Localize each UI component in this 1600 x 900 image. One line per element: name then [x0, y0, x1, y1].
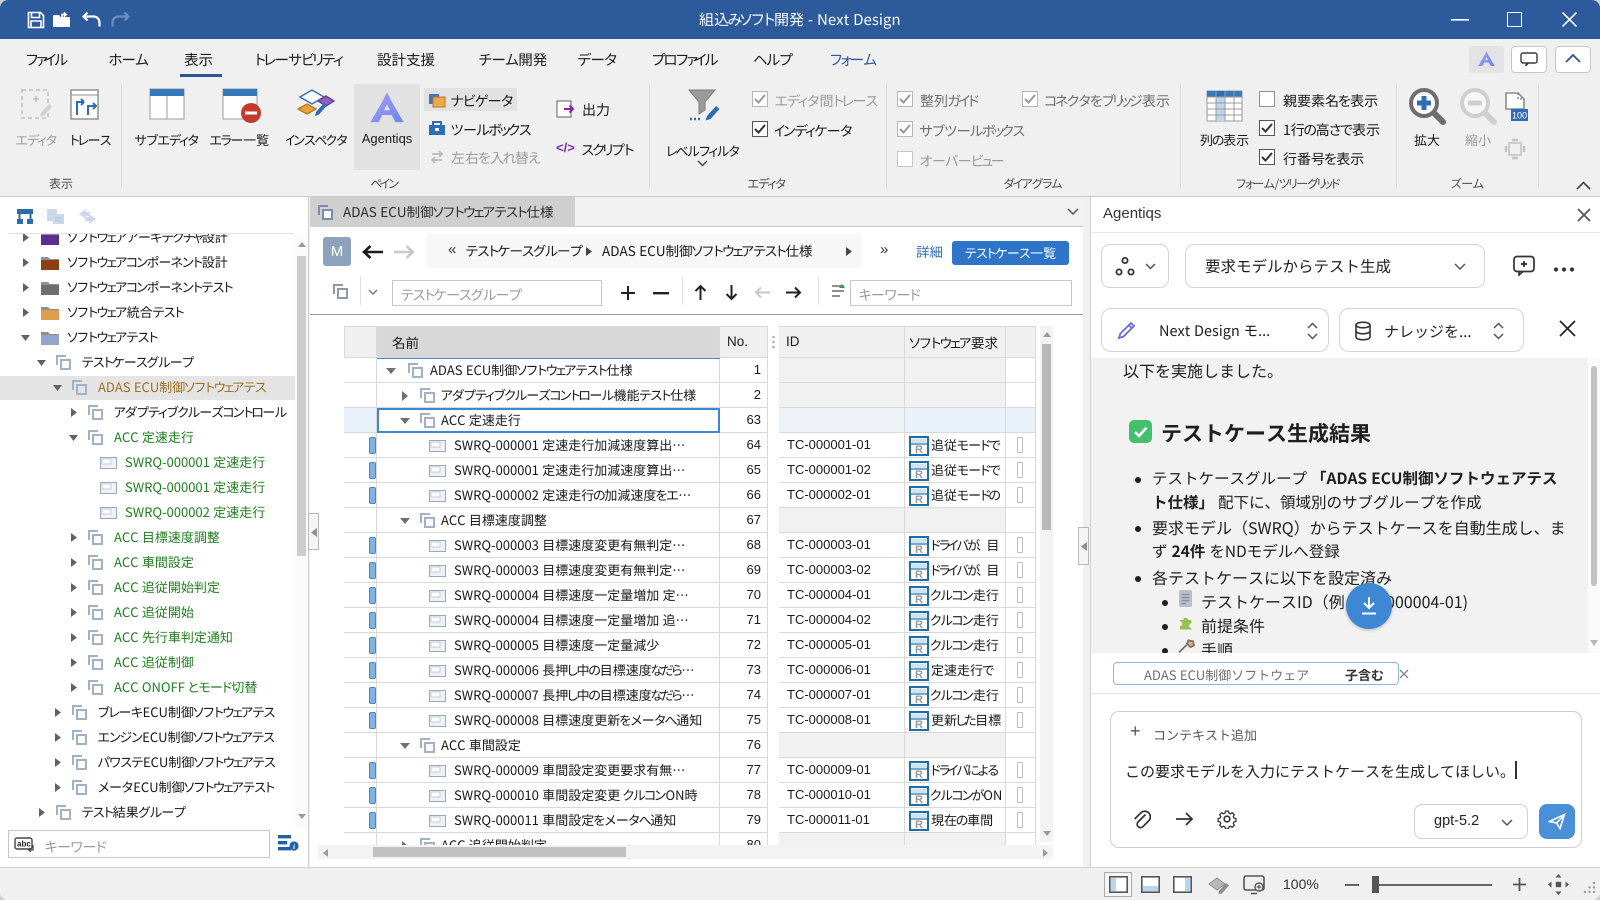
- svg-text:100: 100: [1512, 111, 1527, 121]
- svg-text:R: R: [915, 694, 923, 706]
- svg-text:R: R: [915, 494, 923, 506]
- svg-text:R: R: [915, 644, 923, 656]
- svg-text:R: R: [915, 444, 923, 456]
- svg-text:R: R: [915, 469, 923, 481]
- svg-text:R: R: [915, 619, 923, 631]
- svg-text:R: R: [915, 669, 923, 681]
- svg-text:R: R: [915, 544, 923, 556]
- svg-text:R: R: [915, 819, 923, 831]
- svg-text:abc: abc: [17, 840, 31, 849]
- svg-text:R: R: [915, 569, 923, 581]
- svg-text:R: R: [915, 794, 923, 806]
- svg-text:R: R: [915, 594, 923, 606]
- svg-text:R: R: [915, 719, 923, 731]
- svg-text:R: R: [915, 769, 923, 781]
